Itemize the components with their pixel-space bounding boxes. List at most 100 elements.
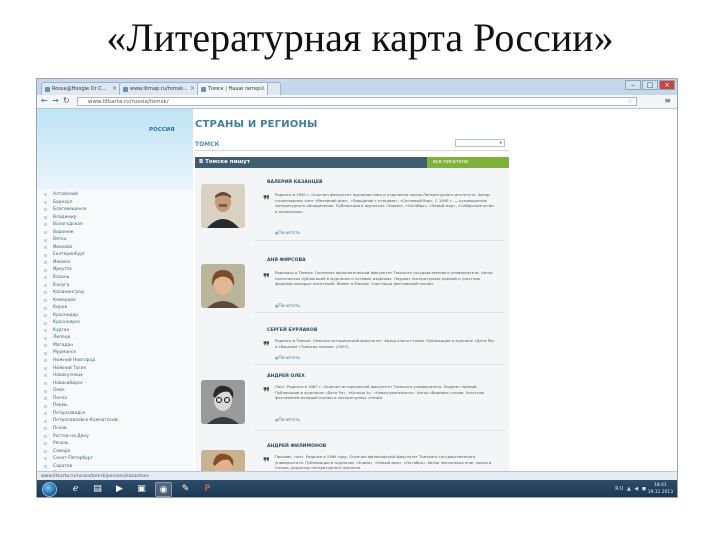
region-link[interactable]: Липецк	[37, 334, 193, 342]
region-link[interactable]: Пенза	[37, 395, 193, 403]
region-link[interactable]: Иркутск	[37, 266, 193, 274]
writer-name[interactable]: АНДРЕЙ ОЛЕХ	[267, 374, 305, 379]
region-link[interactable]: Воронеж	[37, 229, 193, 237]
writer-photo[interactable]	[201, 264, 245, 308]
region-link[interactable]: Благовещенск	[37, 206, 193, 214]
forward-arrow-icon[interactable]: →	[52, 96, 59, 106]
read-more-link[interactable]: Почитать	[275, 304, 300, 309]
address-toolbar: ← → ↻ www.litkarta.ru/russia/tomsk/ ☆ ≡	[37, 95, 677, 109]
region-link[interactable]: Екатеринбург	[37, 251, 193, 259]
region-link[interactable]: Нижний Новгород	[37, 357, 193, 365]
writer-photo[interactable]	[201, 380, 245, 424]
read-more-link[interactable]: Почитать	[275, 418, 300, 423]
region-link[interactable]: Кемерово	[37, 297, 193, 305]
region-link[interactable]: Петропавловск-Камчатский	[37, 417, 193, 425]
browser-screenshot: Rossa@Hoogle Or C... × www.litmap.ru/tom…	[36, 78, 678, 498]
writer-name[interactable]: АНДРЕЙ ФИЛИМОНОВ	[267, 444, 326, 449]
region-link[interactable]: Владимир	[37, 214, 193, 222]
reload-icon[interactable]: ↻	[63, 96, 70, 106]
writers-list: ВАЛЕРИЙ КАЗАНЦЕВ ❞ Родился в 1950 г. Око…	[195, 168, 509, 483]
wrench-icon[interactable]: ≡	[664, 96, 671, 105]
region-link[interactable]: Курган	[37, 327, 193, 335]
region-link[interactable]: Пермь	[37, 402, 193, 410]
tab-bar: Rossa@Hoogle Or C... × www.litmap.ru/tom…	[37, 79, 677, 95]
writer-photo[interactable]	[201, 184, 245, 228]
close-tab-icon[interactable]: ×	[190, 83, 195, 95]
region-link[interactable]: Самара	[37, 448, 193, 456]
writer-name[interactable]: СЕРГЕЙ БУРЛАКОВ	[267, 328, 317, 333]
back-arrow-icon[interactable]: ←	[41, 96, 48, 106]
region-link[interactable]: Псков	[37, 425, 193, 433]
writer-name[interactable]: ВАЛЕРИЙ КАЗАНЦЕВ	[267, 180, 323, 185]
writer-name[interactable]: АНЯ ФИРСОВА	[267, 258, 306, 263]
system-tray[interactable]: RU ▲ ◀ ◼	[615, 486, 647, 492]
region-link[interactable]: Омск	[37, 387, 193, 395]
divider	[255, 364, 505, 365]
divider	[255, 240, 505, 241]
ie-icon[interactable]: ℯ	[67, 482, 84, 497]
region-link[interactable]: Вятка	[37, 236, 193, 244]
address-bar[interactable]: www.litkarta.ru/russia/tomsk/ ☆	[77, 97, 637, 106]
region-link[interactable]: Саратов	[37, 463, 193, 471]
minimize-icon[interactable]: –	[625, 80, 641, 90]
start-button[interactable]	[42, 482, 57, 497]
region-link[interactable]: Нижний Тагил	[37, 365, 193, 373]
region-link[interactable]: Санкт-Петербург	[37, 455, 193, 463]
close-tab-icon[interactable]: ×	[260, 83, 265, 95]
favicon-icon	[45, 87, 50, 92]
region-list: Алтайский Барнаул Благовещенск Владимир Воло…	[37, 191, 193, 493]
chrome-icon[interactable]: ◉	[155, 482, 172, 497]
taskbar: ℯ ▤ ▶ ▣ ◉ ✎ P RU ▲ ◀ ◼ 18:41 19.11.2013	[37, 480, 677, 497]
region-link[interactable]: Мурманск	[37, 349, 193, 357]
read-more-link[interactable]: Почитать	[275, 356, 300, 361]
media-player-icon[interactable]: ▶	[111, 482, 128, 497]
region-link[interactable]: Казань	[37, 274, 193, 282]
status-bar: www.litkarta.ru/russia/tomsk/persons/kaz…	[37, 471, 677, 480]
portrait-image	[201, 264, 245, 308]
region-link[interactable]: Краснодар	[37, 312, 193, 320]
all-writers-link[interactable]: все писатели	[427, 157, 509, 168]
read-more-link[interactable]: Почитать	[275, 231, 300, 236]
clock-time: 18:41	[654, 483, 667, 488]
region-link[interactable]: Киров	[37, 304, 193, 312]
region-link[interactable]: Красноярск	[37, 319, 193, 327]
close-window-icon[interactable]: ×	[659, 80, 675, 90]
region-link[interactable]: Новосибирск	[37, 380, 193, 388]
star-icon[interactable]: ☆	[627, 97, 633, 105]
region-link[interactable]: Ижевск	[37, 259, 193, 267]
region-label: РОССИЯ	[149, 127, 175, 133]
region-link[interactable]: Вологодская	[37, 221, 193, 229]
close-tab-icon[interactable]: ×	[112, 83, 117, 95]
region-link[interactable]: Алтайский	[37, 191, 193, 199]
region-link[interactable]: Иваново	[37, 244, 193, 252]
region-link[interactable]: Новокузнецк	[37, 372, 193, 380]
region-link[interactable]: Барнаул	[37, 199, 193, 207]
maximize-icon[interactable]: □	[642, 80, 658, 90]
quote-icon: ❞	[263, 193, 271, 207]
city-title: ТОМСК	[195, 141, 220, 148]
region-link[interactable]: Калуга	[37, 282, 193, 290]
new-tab-button[interactable]	[267, 82, 281, 95]
region-link[interactable]: Магадан	[37, 342, 193, 350]
app-icon[interactable]: ▣	[133, 482, 150, 497]
region-link[interactable]: Петрозаводск	[37, 410, 193, 418]
quote-icon: ❞	[263, 271, 271, 285]
writer-description: Родился в 1950 г. Окончил факультет журн…	[275, 192, 495, 214]
tab-2[interactable]: www.litmap.ru/tomsk... ×	[119, 82, 199, 95]
clock-date: 19.11.2013	[647, 490, 673, 495]
tab-1[interactable]: Rossa@Hoogle Or C... ×	[41, 82, 121, 95]
region-link[interactable]: Ростов-на-Дону	[37, 433, 193, 441]
divider	[255, 312, 505, 313]
powerpoint-icon[interactable]: P	[199, 482, 216, 497]
paint-icon[interactable]: ✎	[177, 482, 194, 497]
chevron-down-icon: ▾	[499, 140, 502, 146]
portrait-image	[201, 184, 245, 228]
region-select[interactable]: ▾	[455, 139, 505, 147]
divider	[195, 150, 509, 151]
folder-icon[interactable]: ▤	[89, 482, 106, 497]
tab-3-active[interactable]: Томск | Наши литер... ×	[197, 82, 269, 95]
region-link[interactable]: Рязань	[37, 440, 193, 448]
clock[interactable]: 18:41 19.11.2013	[648, 482, 673, 496]
quote-icon: ❞	[263, 455, 271, 469]
region-link[interactable]: Калининград	[37, 289, 193, 297]
